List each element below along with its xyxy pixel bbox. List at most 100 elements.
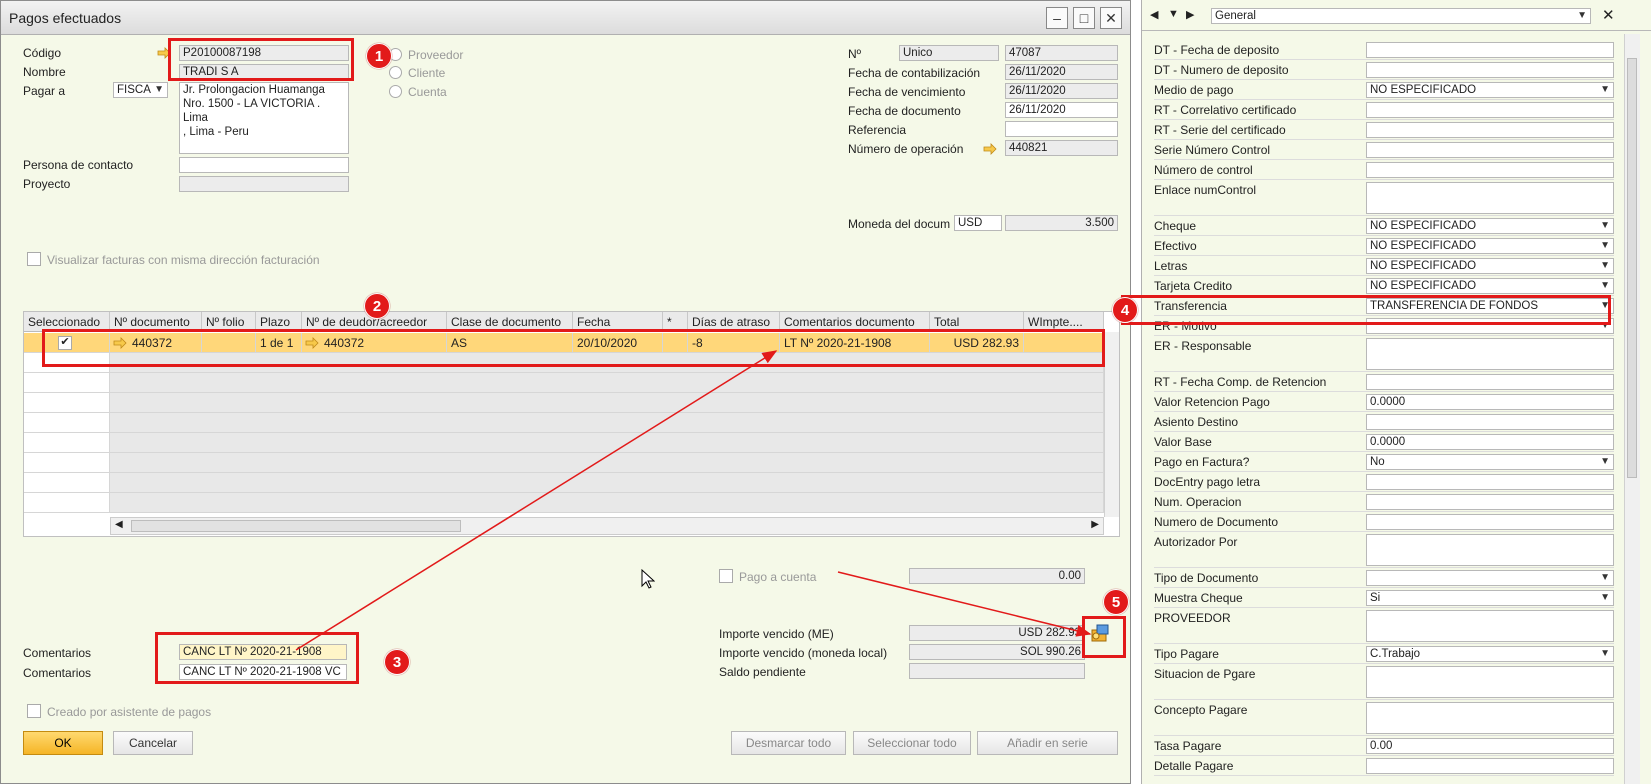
panel-row-label: Enlace numControl	[1154, 183, 1257, 197]
panel-row-field[interactable]	[1366, 374, 1614, 390]
dropdown-arrow-icon[interactable]: ▼	[1600, 259, 1610, 273]
anadir-button[interactable]: Añadir en serie	[977, 731, 1118, 755]
table-row[interactable]	[24, 373, 1119, 393]
close-panel-icon[interactable]: ✕	[1602, 6, 1615, 24]
maximize-button[interactable]: □	[1073, 7, 1095, 29]
panel-row-field[interactable]	[1366, 142, 1614, 158]
importe-ml-field[interactable]: SOL 990.26	[909, 644, 1085, 660]
panel-row-field[interactable]: NO ESPECIFICADO ▼	[1366, 258, 1614, 274]
panel-row-field[interactable]	[1366, 666, 1614, 698]
panel-scroll-thumb[interactable]	[1627, 58, 1637, 478]
panel-row-field[interactable]	[1366, 162, 1614, 178]
panel-row-field[interactable]: NO ESPECIFICADO ▼	[1366, 278, 1614, 294]
num-op-field[interactable]: 440821	[1005, 140, 1118, 156]
desmarcar-button[interactable]: Desmarcar todo	[731, 731, 846, 755]
panel-row-field[interactable]: 0.00	[1366, 738, 1614, 754]
panel-row-field[interactable]: No ▼	[1366, 454, 1614, 470]
panel-row-field[interactable]: NO ESPECIFICADO ▼	[1366, 82, 1614, 98]
dropdown-arrow-icon[interactable]: ▼	[1600, 647, 1610, 661]
radio-cliente[interactable]	[389, 66, 402, 79]
pago-cuenta-checkbox[interactable]	[719, 569, 733, 583]
panel-row-field[interactable]	[1366, 62, 1614, 78]
importe-me-label: Importe vencido (ME)	[719, 627, 834, 641]
panel-row-field[interactable]	[1366, 610, 1614, 642]
panel-row-field[interactable]	[1366, 494, 1614, 510]
grid-vertical-scrollbar[interactable]	[1104, 332, 1119, 517]
panel-row-field[interactable]: NO ESPECIFICADO ▼	[1366, 218, 1614, 234]
fecha-venc-field[interactable]: 26/11/2020	[1005, 83, 1118, 99]
panel-row-field[interactable]	[1366, 122, 1614, 138]
table-row[interactable]	[24, 433, 1119, 453]
pago-cuenta-field[interactable]: 0.00	[909, 568, 1085, 584]
panel-row-field[interactable]	[1366, 702, 1614, 734]
panel-row: Enlace numControl	[1154, 180, 1614, 216]
panel-row-field[interactable]	[1366, 182, 1614, 214]
nav-down-icon[interactable]: ▼	[1168, 8, 1182, 22]
series-field[interactable]: Unico	[899, 45, 999, 61]
dropdown-arrow-icon[interactable]: ▼	[1600, 239, 1610, 253]
dropdown-arrow-icon[interactable]: ▼	[1600, 219, 1610, 233]
minimize-button[interactable]: –	[1046, 7, 1068, 29]
table-row[interactable]	[24, 453, 1119, 473]
panel-row-field[interactable]	[1366, 338, 1614, 370]
dropdown-arrow-icon[interactable]: ▼	[1600, 571, 1610, 585]
table-row[interactable]	[24, 393, 1119, 413]
panel-row-field[interactable]: NO ESPECIFICADO ▼	[1366, 238, 1614, 254]
link-arrow-icon[interactable]	[983, 143, 997, 155]
moneda-rate-field[interactable]: 3.500	[1005, 215, 1118, 231]
panel-row: Valor Retencion Pago 0.0000	[1154, 392, 1614, 412]
pagar-a-select[interactable]: FISCA ▼	[113, 82, 168, 98]
dropdown-arrow-icon[interactable]: ▼	[1600, 279, 1610, 293]
radio-cuenta[interactable]	[389, 85, 402, 98]
fecha-doc-field[interactable]: 26/11/2020	[1005, 102, 1118, 118]
table-row[interactable]	[24, 413, 1119, 433]
category-select[interactable]: General ▼	[1211, 8, 1591, 24]
panel-row-field[interactable]: ▼	[1366, 570, 1614, 586]
panel-row-field[interactable]	[1366, 758, 1614, 774]
annotation-badge: 5	[1103, 589, 1129, 615]
table-row[interactable]	[24, 473, 1119, 493]
table-row[interactable]	[24, 493, 1119, 513]
contacto-field[interactable]	[179, 157, 349, 173]
panel-row-field[interactable]	[1366, 474, 1614, 490]
panel-vertical-scrollbar[interactable]	[1624, 34, 1640, 784]
referencia-field[interactable]	[1005, 121, 1118, 137]
panel-row-field[interactable]: Si ▼	[1366, 590, 1614, 606]
dropdown-arrow-icon[interactable]: ▼	[1600, 83, 1610, 97]
panel-row-field[interactable]	[1366, 414, 1614, 430]
saldo-field[interactable]	[909, 663, 1085, 679]
dropdown-arrow-icon[interactable]: ▼	[1600, 455, 1610, 469]
proyecto-field[interactable]	[179, 176, 349, 192]
panel-row-field[interactable]	[1366, 514, 1614, 530]
visualizar-checkbox[interactable]	[27, 252, 41, 266]
panel-row-field[interactable]: 0.0000	[1366, 394, 1614, 410]
panel-row-field[interactable]	[1366, 42, 1614, 58]
grid-horizontal-scrollbar[interactable]: ◀ ▶	[110, 517, 1104, 535]
creado-checkbox[interactable]	[27, 704, 41, 718]
panel-row: Situacion de Pgare	[1154, 664, 1614, 700]
panel-row-label: Medio de pago	[1154, 83, 1234, 97]
close-button[interactable]: ✕	[1100, 7, 1122, 29]
panel-row-field[interactable]: 0.0000	[1366, 434, 1614, 450]
panel-row-field[interactable]: C.Trabajo ▼	[1366, 646, 1614, 662]
scroll-thumb[interactable]	[131, 520, 461, 532]
importe-me-field[interactable]: USD 282.93	[909, 625, 1085, 641]
panel-row-field[interactable]	[1366, 102, 1614, 118]
nav-next-icon[interactable]: ▶	[1186, 8, 1200, 22]
dropdown-arrow-icon[interactable]: ▼	[1600, 591, 1610, 605]
dropdown-arrow-icon: ▼	[1577, 10, 1587, 21]
address-box[interactable]: Jr. Prolongacion Huamanga Nro. 1500 - LA…	[179, 82, 349, 154]
seleccionar-button[interactable]: Seleccionar todo	[853, 731, 971, 755]
panel-row-field[interactable]	[1366, 534, 1614, 566]
ok-button[interactable]: OK	[23, 731, 103, 755]
doc-number-field[interactable]: 47087	[1005, 45, 1118, 61]
fecha-cont-field[interactable]: 26/11/2020	[1005, 64, 1118, 80]
scroll-right-icon[interactable]: ▶	[1091, 519, 1099, 530]
panel-row-label: PROVEEDOR	[1154, 611, 1231, 625]
moneda-code-field[interactable]: USD	[954, 215, 1002, 231]
panel-row-value: NO ESPECIFICADO	[1370, 240, 1477, 252]
nav-prev-icon[interactable]: ◀	[1150, 8, 1164, 22]
panel-row-label: Número de control	[1154, 163, 1253, 177]
cancel-button[interactable]: Cancelar	[113, 731, 193, 755]
scroll-left-icon[interactable]: ◀	[115, 519, 123, 530]
